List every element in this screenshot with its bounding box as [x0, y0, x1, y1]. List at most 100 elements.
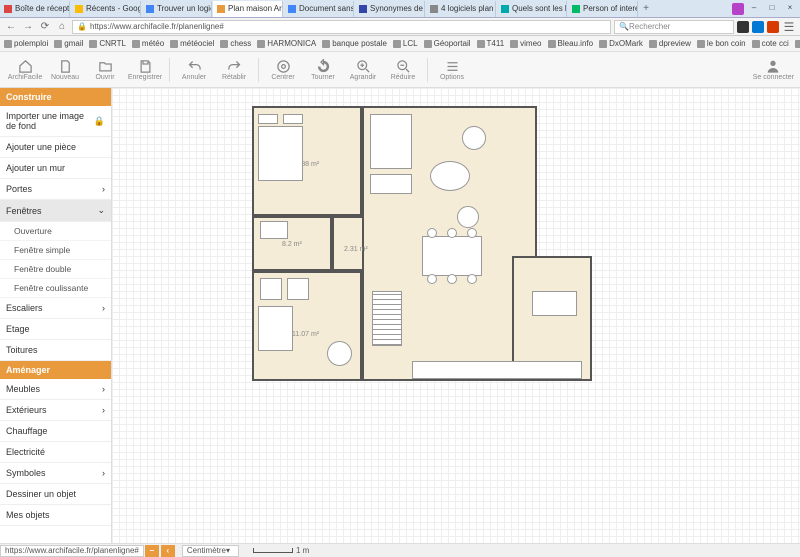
bookmark[interactable]: cote cci	[752, 39, 789, 48]
window-minimize-icon[interactable]: –	[746, 3, 762, 15]
bookmark[interactable]: le bon coin	[697, 39, 746, 48]
bookmark[interactable]: gmail	[54, 39, 83, 48]
sidebar-sub-ouverture[interactable]: Ouverture	[0, 222, 111, 241]
window-close-icon[interactable]: ×	[782, 3, 798, 15]
sidebar-sub-fenetre-coulissante[interactable]: Fenêtre coulissante	[0, 279, 111, 298]
new-tab-button[interactable]: +	[639, 3, 653, 14]
furniture-chair[interactable]	[467, 274, 477, 284]
furniture-kitchen-island[interactable]	[532, 291, 577, 316]
furniture-nightstand[interactable]	[283, 114, 303, 124]
bookmark[interactable]: CNRTL	[89, 39, 126, 48]
extension-icon[interactable]	[752, 21, 764, 33]
furniture-bed[interactable]	[258, 306, 293, 351]
furniture-sofa[interactable]	[370, 174, 412, 194]
furniture-appliance[interactable]	[260, 278, 282, 300]
bookmark[interactable]: HARMONICA	[257, 39, 316, 48]
furniture-nightstand[interactable]	[258, 114, 278, 124]
nav-back-icon[interactable]: ←	[4, 20, 18, 34]
redo-button[interactable]: Rétablir	[215, 59, 253, 81]
sidebar-item-add-room[interactable]: Ajouter une pièce	[0, 137, 111, 158]
browser-menu-icon[interactable]: ☰	[782, 20, 796, 34]
browser-tab[interactable]: Boîte de réception×	[0, 1, 70, 17]
furniture-table[interactable]	[430, 161, 470, 191]
bookmark[interactable]: T411	[477, 39, 505, 48]
furniture-chair[interactable]	[457, 206, 479, 228]
furniture-chair[interactable]	[327, 341, 352, 366]
sidebar-item-exterieurs[interactable]: Extérieurs›	[0, 400, 111, 421]
bookmark[interactable]: LCL	[393, 39, 418, 48]
furniture-sink[interactable]	[260, 221, 288, 239]
home-button[interactable]: ArchiFacile	[6, 59, 44, 81]
furniture-chair[interactable]	[467, 228, 477, 238]
center-button[interactable]: Centrer	[264, 59, 302, 81]
plan-canvas[interactable]: 11.88 m² 8.2 m² 2.31 m² 44.77 m² 11.07 m…	[112, 88, 800, 543]
sidebar-item-meubles[interactable]: Meubles›	[0, 379, 111, 400]
bookmark[interactable]: dpreview	[649, 39, 691, 48]
furniture-stairs[interactable]	[372, 291, 402, 346]
browser-tab[interactable]: Synonymes de ajo×	[355, 1, 425, 17]
rotate-button[interactable]: Tourner	[304, 59, 342, 81]
search-input[interactable]: 🔍 Rechercher	[614, 20, 734, 34]
furniture-counter[interactable]	[412, 361, 582, 379]
floor-plan[interactable]: 11.88 m² 8.2 m² 2.31 m² 44.77 m² 11.07 m…	[252, 106, 592, 396]
save-button[interactable]: Enregistrer	[126, 59, 164, 81]
zoom-out-btn[interactable]: –	[145, 545, 159, 557]
sidebar-item-chauffage[interactable]: Chauffage	[0, 421, 111, 442]
browser-tab[interactable]: Quels sont les log×	[497, 1, 567, 17]
browser-tab-active[interactable]: Plan maison Archi×	[213, 1, 283, 17]
furniture-bed[interactable]	[258, 126, 303, 181]
bookmark[interactable]: polemploi	[4, 39, 48, 48]
sidebar-sub-fenetre-double[interactable]: Fenêtre double	[0, 260, 111, 279]
bookmark[interactable]: Géoportail	[424, 39, 471, 48]
furniture-appliance[interactable]	[287, 278, 309, 300]
browser-tab[interactable]: Récents - Google D×	[71, 1, 141, 17]
sidebar-sub-fenetre-simple[interactable]: Fenêtre simple	[0, 241, 111, 260]
sidebar-item-dessiner[interactable]: Dessiner un objet	[0, 484, 111, 505]
nav-forward-icon[interactable]: →	[21, 20, 35, 34]
sidebar-item-etage[interactable]: Etage	[0, 319, 111, 340]
bookmark[interactable]: météociel	[170, 39, 214, 48]
zoom-in-button[interactable]: Agrandir	[344, 59, 382, 81]
unit-select[interactable]: Centimètre ▾	[182, 545, 239, 557]
furniture-chair[interactable]	[447, 274, 457, 284]
bookmark[interactable]: voies class hérault	[795, 39, 800, 48]
bookmark[interactable]: météo	[132, 39, 164, 48]
open-button[interactable]: Ouvrir	[86, 59, 124, 81]
bookmark[interactable]: Bleau.info	[548, 39, 594, 48]
sidebar-item-mes-objets[interactable]: Mes objets	[0, 505, 111, 526]
browser-tab[interactable]: Trouver un logiciel×	[142, 1, 212, 17]
furniture-chair[interactable]	[447, 228, 457, 238]
furniture-sofa[interactable]	[370, 114, 412, 169]
sidebar-item-electricite[interactable]: Electricité	[0, 442, 111, 463]
bookmark[interactable]: vimeo	[510, 39, 541, 48]
zoom-out-button[interactable]: Réduire	[384, 59, 422, 81]
url-input[interactable]: 🔒https://www.archifacile.fr/planenligne#	[72, 20, 611, 34]
zoom-in-btn[interactable]: ‹	[161, 545, 175, 557]
furniture-chair[interactable]	[462, 126, 486, 150]
nav-reload-icon[interactable]: ⟳	[38, 20, 52, 34]
extension-icon[interactable]	[767, 21, 779, 33]
bookmark[interactable]: banque postale	[322, 39, 387, 48]
options-button[interactable]: Options	[433, 59, 471, 81]
furniture-chair[interactable]	[427, 228, 437, 238]
sidebar-item-import-bg[interactable]: Importer une image de fond🔒	[0, 106, 111, 137]
sidebar-item-toitures[interactable]: Toitures	[0, 340, 111, 361]
nav-home-icon[interactable]: ⌂	[55, 20, 69, 34]
undo-button[interactable]: Annuler	[175, 59, 213, 81]
bookmark[interactable]: chess	[220, 39, 251, 48]
browser-tab[interactable]: Document sans ti×	[284, 1, 354, 17]
browser-extension-icon[interactable]	[732, 3, 744, 15]
furniture-dining-table[interactable]	[422, 236, 482, 276]
bookmark[interactable]: DxOMark	[599, 39, 643, 48]
window-maximize-icon[interactable]: □	[764, 3, 780, 15]
sidebar-item-symboles[interactable]: Symboles›	[0, 463, 111, 484]
sidebar-item-escaliers[interactable]: Escaliers›	[0, 298, 111, 319]
browser-tab[interactable]: 4 logiciels plan m×	[426, 1, 496, 17]
sidebar-item-add-wall[interactable]: Ajouter un mur	[0, 158, 111, 179]
login-button[interactable]: Se connecter	[753, 58, 794, 81]
furniture-chair[interactable]	[427, 274, 437, 284]
browser-tab[interactable]: Person of interest×	[568, 1, 638, 17]
sidebar-item-portes[interactable]: Portes›	[0, 179, 111, 200]
sidebar-item-fenetres[interactable]: Fenêtres⌄	[0, 200, 111, 222]
new-button[interactable]: Nouveau	[46, 59, 84, 81]
